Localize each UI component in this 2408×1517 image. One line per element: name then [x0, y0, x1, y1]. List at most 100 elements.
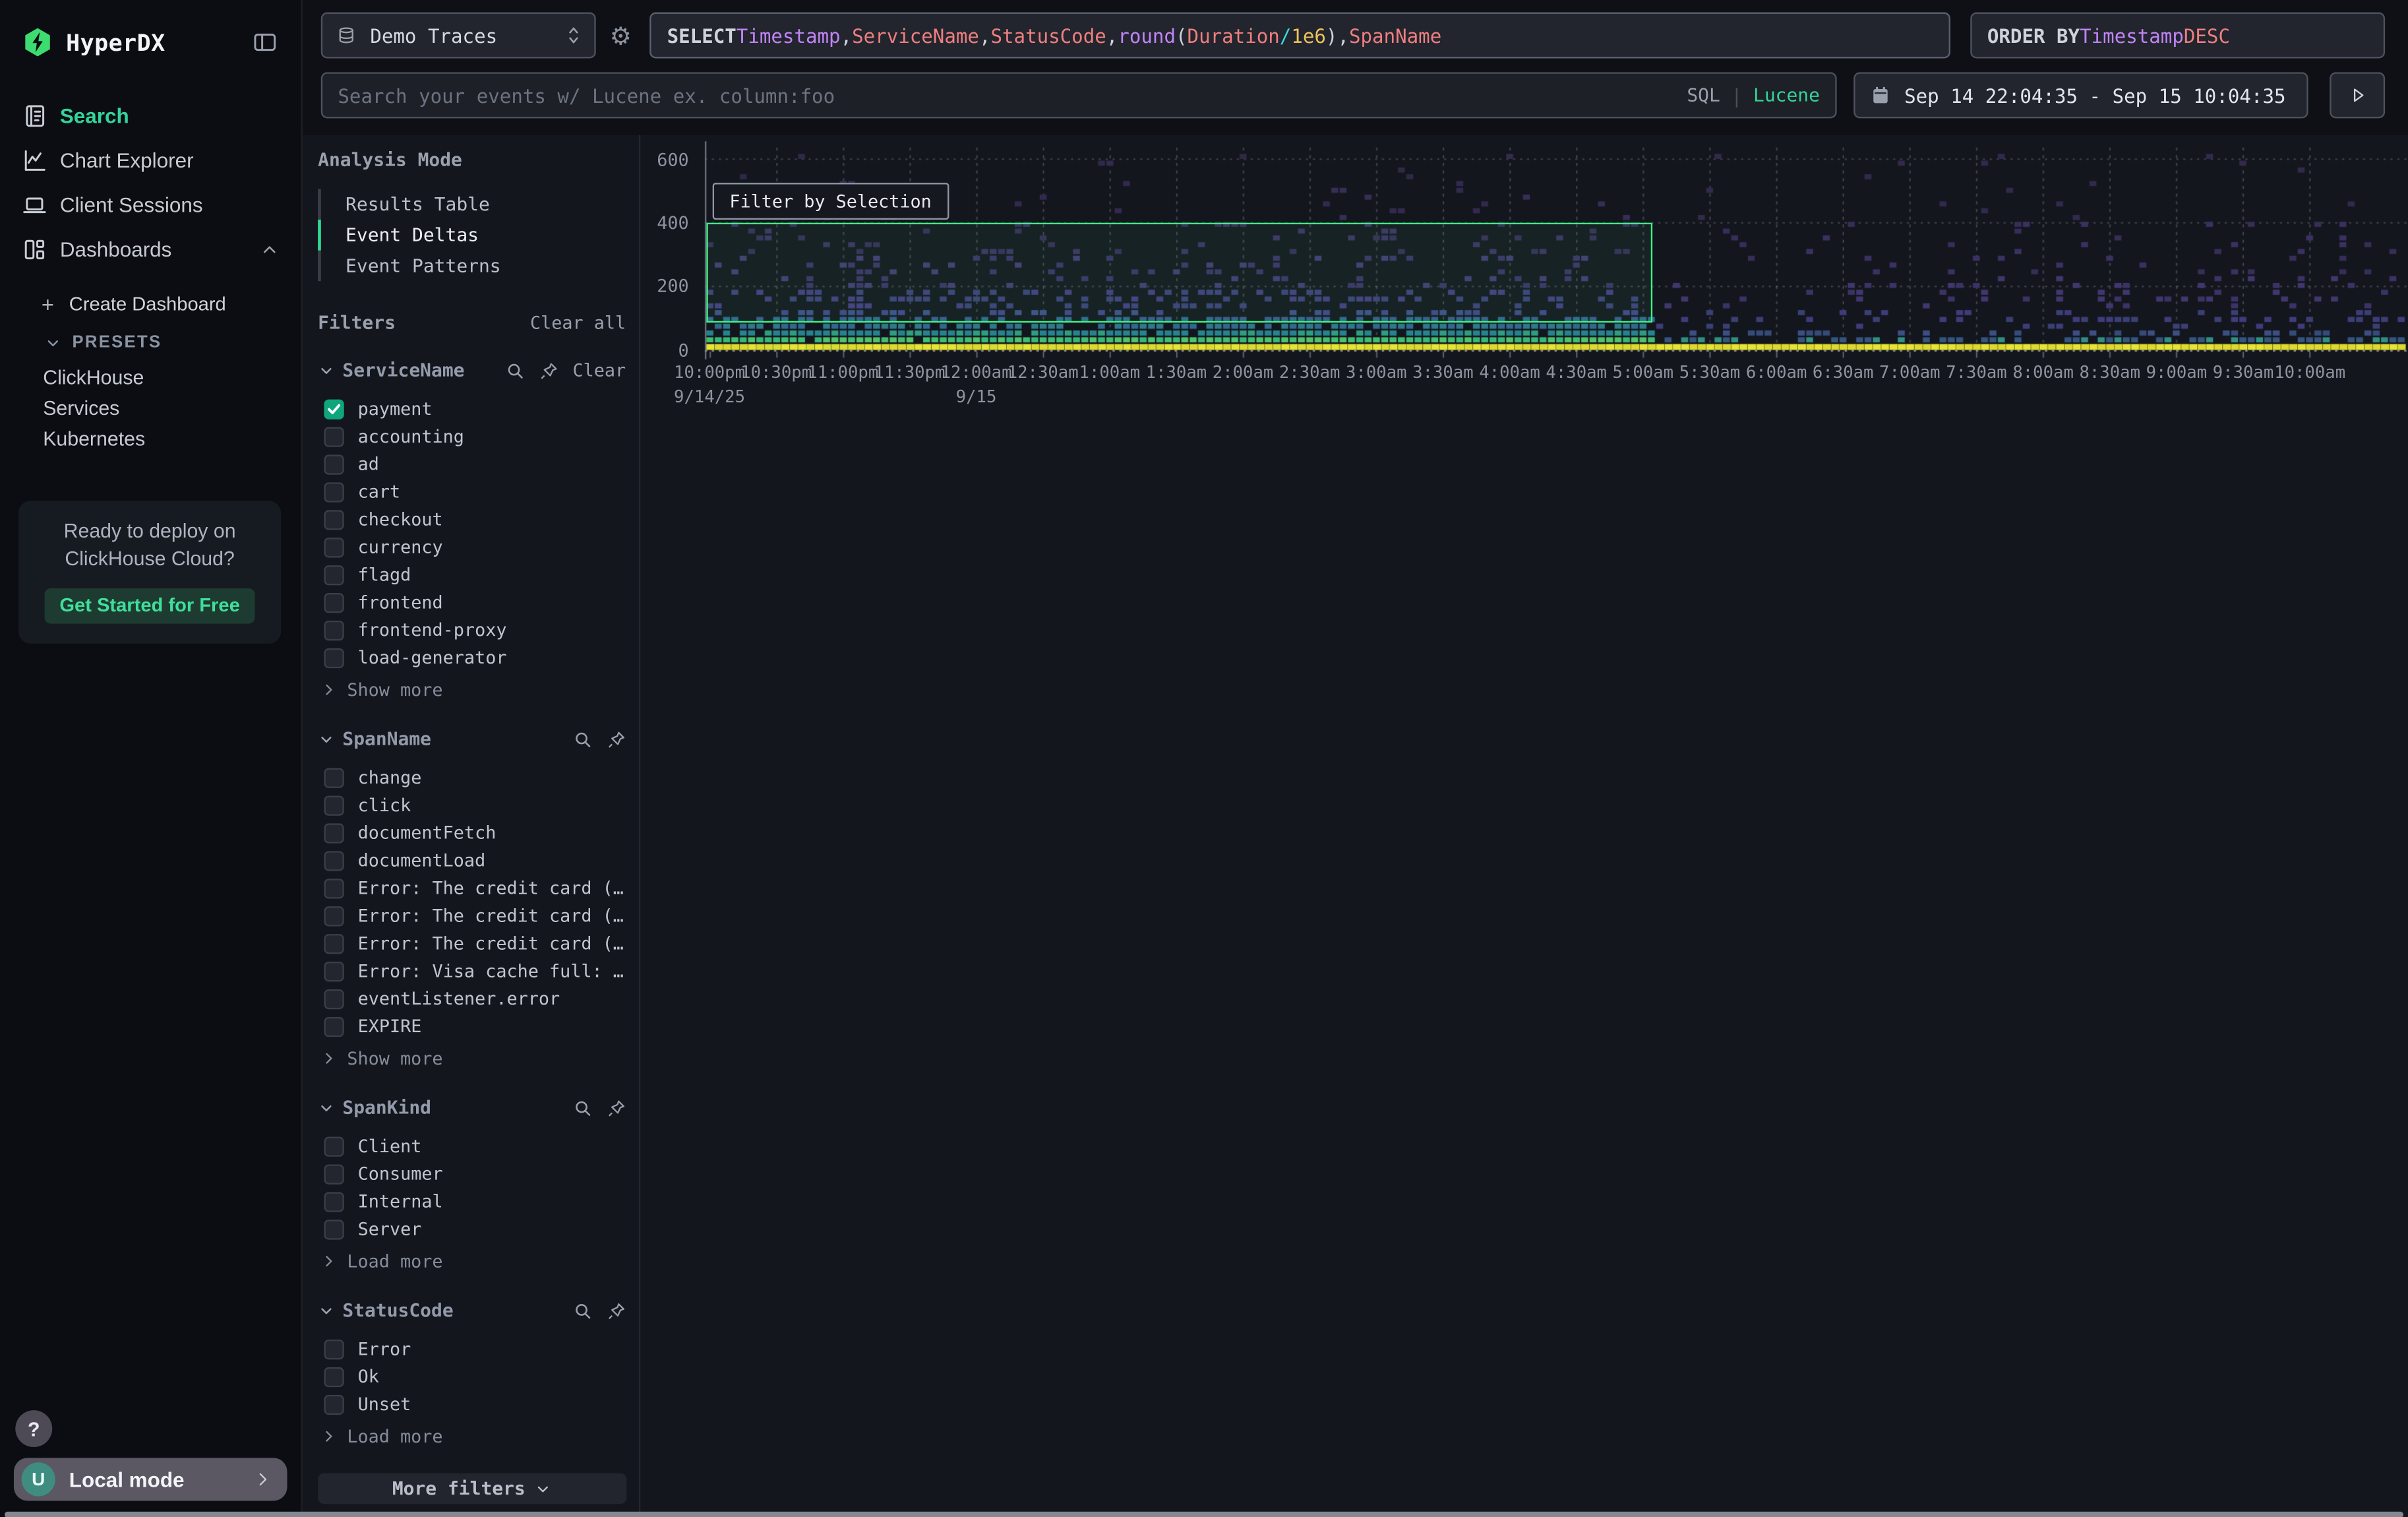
create-dashboard-button[interactable]: + Create Dashboard: [0, 289, 301, 320]
pin-icon[interactable]: [606, 1098, 626, 1117]
search-icon[interactable]: [572, 1098, 592, 1117]
selection-rectangle[interactable]: [706, 223, 1653, 322]
sidebar-collapse-icon[interactable]: [251, 29, 280, 55]
filter-checkbox-row[interactable]: cart: [318, 478, 626, 505]
filter-checkbox-row[interactable]: accounting: [318, 423, 626, 450]
search-icon[interactable]: [505, 360, 525, 380]
filter-group-header[interactable]: SpanName: [318, 727, 626, 751]
checkbox[interactable]: [324, 906, 344, 925]
checkbox[interactable]: [324, 426, 344, 446]
filter-checkbox-row[interactable]: currency: [318, 533, 626, 561]
checkbox[interactable]: [324, 1339, 344, 1359]
checkbox[interactable]: [324, 822, 344, 842]
search-input[interactable]: [338, 84, 1687, 107]
filter-checkbox-row[interactable]: frontend: [318, 588, 626, 616]
presets-toggle[interactable]: PRESETS: [0, 328, 301, 356]
filter-checkbox-row[interactable]: Client: [318, 1132, 626, 1160]
filter-group-header[interactable]: StatusCode: [318, 1298, 626, 1322]
tab-event-patterns[interactable]: Event Patterns: [321, 251, 626, 282]
filter-checkbox-row[interactable]: Server: [318, 1215, 626, 1243]
filter-checkbox-row[interactable]: click: [318, 791, 626, 819]
order-by-input[interactable]: ORDER BY Timestamp DESC: [1970, 13, 2385, 59]
checkbox[interactable]: [324, 620, 344, 640]
checkbox[interactable]: [324, 398, 344, 418]
checkbox[interactable]: [324, 767, 344, 787]
filter-checkbox-row[interactable]: Error: The credit card (…: [318, 874, 626, 902]
filter-checkbox-row[interactable]: Error: The credit card (…: [318, 929, 626, 957]
filter-checkbox-row[interactable]: Error: The credit card (…: [318, 902, 626, 929]
checkbox[interactable]: [324, 592, 344, 612]
checkbox[interactable]: [324, 1163, 344, 1183]
run-query-button[interactable]: [2330, 72, 2385, 118]
help-button[interactable]: ?: [15, 1410, 52, 1447]
clear-all-link[interactable]: Clear all: [530, 312, 626, 334]
search-icon[interactable]: [572, 1301, 592, 1320]
sidebar-item-clickhouse[interactable]: ClickHouse: [0, 363, 301, 394]
more-filters-button[interactable]: More filters: [318, 1473, 626, 1504]
search-icon[interactable]: [572, 729, 592, 749]
sidebar-item-services[interactable]: Services: [0, 393, 301, 424]
checkbox[interactable]: [324, 933, 344, 953]
filter-checkbox-row[interactable]: Error: Visa cache full: …: [318, 957, 626, 985]
pin-icon[interactable]: [606, 1301, 626, 1320]
mode-lucene-toggle[interactable]: Lucene: [1753, 84, 1820, 106]
filter-checkbox-row[interactable]: documentLoad: [318, 846, 626, 874]
checkbox[interactable]: [324, 454, 344, 474]
filter-checkbox-row[interactable]: Unset: [318, 1390, 626, 1418]
checkbox[interactable]: [324, 878, 344, 898]
sidebar-item-dashboards[interactable]: Dashboards: [0, 230, 301, 267]
filter-checkbox-row[interactable]: EXPIRE: [318, 1012, 626, 1040]
group-clear-link[interactable]: Clear: [572, 359, 626, 381]
user-menu[interactable]: U Local mode: [14, 1458, 287, 1501]
sidebar-item-chart-explorer[interactable]: Chart Explorer: [0, 141, 301, 178]
horizontal-scrollbar[interactable]: [5, 1512, 2403, 1517]
tab-event-deltas[interactable]: Event Deltas: [321, 220, 626, 251]
show-more-link[interactable]: Show more: [318, 1046, 626, 1070]
filter-checkbox-row[interactable]: ad: [318, 450, 626, 478]
mode-sql-toggle[interactable]: SQL: [1687, 84, 1720, 106]
pin-icon[interactable]: [606, 729, 626, 749]
checkbox[interactable]: [324, 1016, 344, 1036]
checkbox[interactable]: [324, 537, 344, 557]
source-select[interactable]: Demo Traces: [321, 13, 596, 59]
sidebar-item-kubernetes[interactable]: Kubernetes: [0, 424, 301, 455]
checkbox[interactable]: [324, 1367, 344, 1386]
filter-checkbox-row[interactable]: Consumer: [318, 1160, 626, 1187]
checkbox[interactable]: [324, 795, 344, 815]
filter-group-header[interactable]: SpanKind: [318, 1096, 626, 1120]
sidebar-item-client-sessions[interactable]: Client Sessions: [0, 186, 301, 223]
filter-checkbox-row[interactable]: Ok: [318, 1363, 626, 1390]
checkbox[interactable]: [324, 648, 344, 667]
get-started-button[interactable]: Get Started for Free: [45, 588, 255, 624]
pin-icon[interactable]: [539, 360, 558, 380]
filter-checkbox-row[interactable]: load-generator: [318, 644, 626, 671]
checkbox[interactable]: [324, 1394, 344, 1414]
show-more-link[interactable]: Show more: [318, 677, 626, 702]
load-more-link[interactable]: Load more: [318, 1249, 626, 1274]
filter-checkbox-row[interactable]: checkout: [318, 505, 626, 533]
sidebar-item-search[interactable]: Search: [0, 97, 301, 134]
filter-by-selection-button[interactable]: Filter by Selection: [713, 183, 949, 220]
checkbox[interactable]: [324, 989, 344, 1008]
gear-icon[interactable]: ⚙: [610, 20, 632, 49]
tab-results-table[interactable]: Results Table: [321, 189, 626, 220]
checkbox[interactable]: [324, 1136, 344, 1156]
checkbox[interactable]: [324, 1191, 344, 1211]
checkbox[interactable]: [324, 565, 344, 584]
filter-checkbox-row[interactable]: Error: [318, 1335, 626, 1363]
filter-checkbox-row[interactable]: Internal: [318, 1187, 626, 1215]
checkbox[interactable]: [324, 481, 344, 501]
filter-checkbox-row[interactable]: documentFetch: [318, 819, 626, 846]
load-more-link[interactable]: Load more: [318, 1424, 626, 1448]
checkbox[interactable]: [324, 961, 344, 981]
checkbox[interactable]: [324, 1219, 344, 1239]
time-range-picker[interactable]: Sep 14 22:04:35 - Sep 15 10:04:35: [1853, 72, 2308, 118]
checkbox[interactable]: [324, 850, 344, 870]
filter-checkbox-row[interactable]: change: [318, 764, 626, 791]
checkbox[interactable]: [324, 509, 344, 529]
filter-group-header[interactable]: ServiceName Clear: [318, 358, 626, 383]
filter-checkbox-row[interactable]: payment: [318, 395, 626, 423]
filter-checkbox-row[interactable]: frontend-proxy: [318, 616, 626, 644]
filter-checkbox-row[interactable]: eventListener.error: [318, 985, 626, 1012]
sql-select-input[interactable]: SELECT Timestamp, ServiceName, StatusCod…: [650, 13, 1950, 59]
